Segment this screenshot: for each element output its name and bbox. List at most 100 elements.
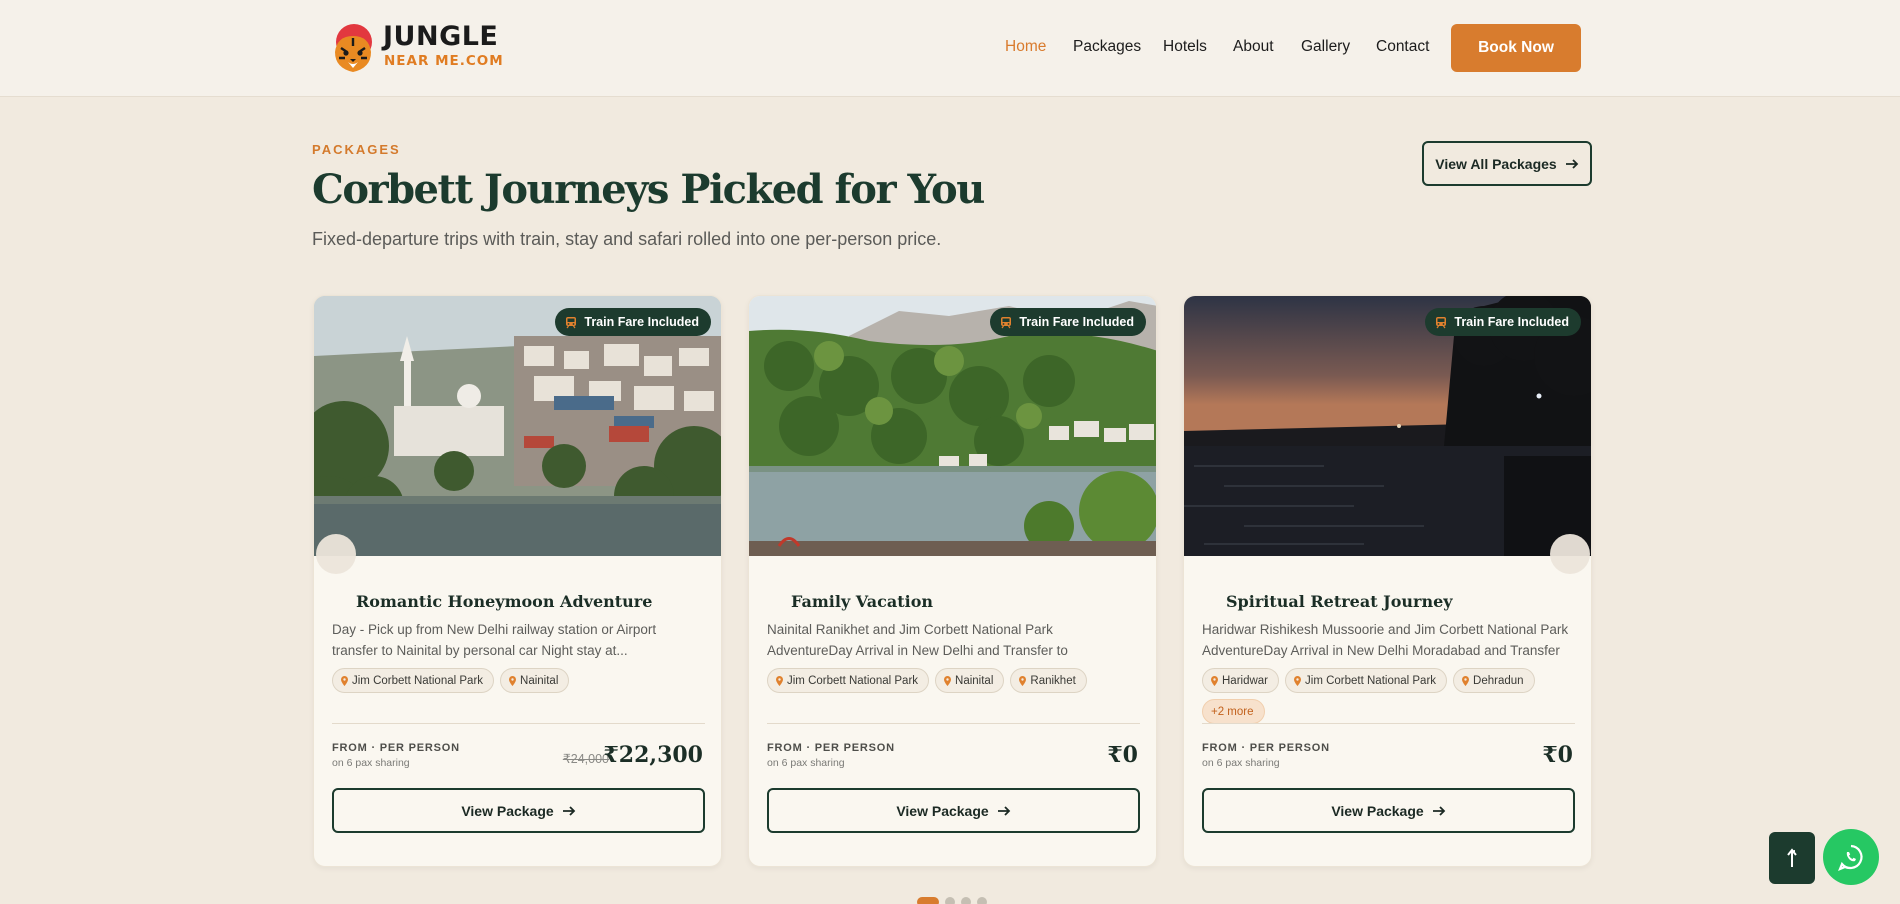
package-name[interactable]: Romantic Honeymoon Adventure bbox=[356, 592, 652, 611]
map-pin-icon bbox=[1294, 675, 1302, 686]
section-eyebrow: PACKAGES bbox=[312, 142, 401, 157]
badge-label: Train Fare Included bbox=[1454, 315, 1569, 329]
arrow-right-icon bbox=[1432, 805, 1445, 816]
location-tag-label: Nainital bbox=[955, 674, 994, 687]
book-now-button[interactable]: Book Now bbox=[1451, 24, 1581, 72]
whatsapp-button[interactable] bbox=[1823, 829, 1879, 885]
nav-packages[interactable]: Packages bbox=[1073, 38, 1141, 56]
location-tag-label: Jim Corbett National Park bbox=[787, 674, 919, 687]
view-package-button[interactable]: View Package bbox=[767, 788, 1140, 833]
map-pin-icon bbox=[509, 675, 517, 686]
card-divider bbox=[332, 723, 705, 724]
package-description: Day - Pick up from New Delhi railway sta… bbox=[332, 622, 657, 658]
nav-hotels[interactable]: Hotels bbox=[1163, 38, 1207, 56]
original-price: ₹24,000 bbox=[562, 752, 609, 766]
package-price: ₹0 bbox=[1107, 742, 1138, 768]
carousel-dot[interactable] bbox=[977, 897, 987, 904]
arrow-right-icon bbox=[562, 805, 575, 816]
package-name[interactable]: Family Vacation bbox=[791, 592, 933, 611]
carousel-pagination bbox=[917, 897, 987, 904]
location-tag: Ranikhet bbox=[1010, 668, 1087, 693]
location-tag: Dehradun bbox=[1453, 668, 1535, 693]
price-sharing-note: on 6 pax sharing bbox=[332, 757, 410, 769]
logo-text-primary: JUNGLE bbox=[383, 21, 499, 52]
map-pin-icon bbox=[776, 675, 783, 686]
carousel-dot[interactable] bbox=[945, 897, 955, 904]
train-fare-badge: Train Fare Included bbox=[990, 308, 1146, 336]
carousel-prev-button[interactable] bbox=[316, 534, 356, 574]
package-image: Train Fare Included bbox=[1184, 296, 1591, 556]
package-card[interactable]: Train Fare Included Spiritual Retreat Jo… bbox=[1183, 295, 1592, 867]
package-card[interactable]: Train Fare Included Romantic Honeymoon A… bbox=[313, 295, 722, 867]
logo-text-secondary: NEAR ME.COM bbox=[384, 53, 504, 69]
price-from-label: FROM · PER PERSON bbox=[1202, 742, 1330, 754]
view-package-button[interactable]: View Package bbox=[332, 788, 705, 833]
section-title: Corbett Journeys Picked for You bbox=[312, 166, 985, 213]
location-tag-label: Jim Corbett National Park bbox=[352, 674, 484, 687]
view-package-label: View Package bbox=[1331, 802, 1424, 819]
price-from-label: FROM · PER PERSON bbox=[767, 742, 895, 754]
location-tag: Haridwar bbox=[1202, 668, 1280, 693]
map-pin-icon bbox=[944, 675, 952, 686]
location-tags: Haridwar Jim Corbett National Park Dehra… bbox=[1202, 668, 1582, 724]
view-package-label: View Package bbox=[896, 802, 989, 819]
map-pin-icon bbox=[1462, 675, 1470, 686]
map-pin-icon bbox=[1019, 675, 1027, 686]
location-tag: Nainital bbox=[500, 668, 570, 693]
card-divider bbox=[767, 723, 1140, 724]
package-price: ₹0 bbox=[1542, 742, 1573, 768]
nav-gallery[interactable]: Gallery bbox=[1301, 38, 1350, 56]
package-description: Nainital Ranikhet and Jim Corbett Nation… bbox=[767, 622, 1068, 658]
location-tag: Jim Corbett National Park bbox=[1285, 668, 1448, 693]
location-tag-label: Nainital bbox=[520, 674, 559, 687]
arrow-right-icon bbox=[997, 805, 1010, 816]
site-logo[interactable]: JUNGLE NEAR ME.COM bbox=[327, 20, 512, 76]
scroll-to-top-button[interactable] bbox=[1769, 832, 1815, 884]
location-tag-label: Ranikhet bbox=[1030, 674, 1076, 687]
more-locations-tag[interactable]: +2 more bbox=[1202, 699, 1265, 724]
price-sharing-note: on 6 pax sharing bbox=[1202, 757, 1280, 769]
location-tag: Jim Corbett National Park bbox=[767, 668, 930, 693]
package-image: Train Fare Included bbox=[314, 296, 721, 556]
train-fare-badge: Train Fare Included bbox=[555, 308, 711, 336]
package-description: Haridwar Rishikesh Mussoorie and Jim Cor… bbox=[1202, 622, 1569, 658]
location-tags: Jim Corbett National Park Nainital bbox=[332, 668, 712, 693]
package-image: Train Fare Included bbox=[749, 296, 1156, 556]
location-tag-label: Haridwar bbox=[1222, 674, 1269, 687]
site-header: JUNGLE NEAR ME.COM Home Packages Hotels … bbox=[0, 0, 1900, 97]
package-price: ₹22,300 bbox=[603, 742, 703, 768]
view-package-label: View Package bbox=[461, 802, 554, 819]
train-fare-badge: Train Fare Included bbox=[1425, 308, 1581, 336]
location-tag: Nainital bbox=[935, 668, 1005, 693]
location-tag-label: Dehradun bbox=[1473, 674, 1524, 687]
section-subtitle: Fixed-departure trips with train, stay a… bbox=[312, 229, 942, 249]
train-icon bbox=[1436, 316, 1447, 328]
package-card[interactable]: Train Fare Included Family Vacation Nain… bbox=[748, 295, 1157, 867]
location-tag: Jim Corbett National Park bbox=[332, 668, 495, 693]
badge-label: Train Fare Included bbox=[584, 315, 699, 329]
map-pin-icon bbox=[1211, 675, 1218, 686]
carousel-next-button[interactable] bbox=[1550, 534, 1590, 574]
card-divider bbox=[1202, 723, 1575, 724]
arrow-right-icon bbox=[1565, 158, 1578, 169]
view-all-label: View All Packages bbox=[1435, 155, 1557, 172]
badge-label: Train Fare Included bbox=[1019, 315, 1134, 329]
price-sharing-note: on 6 pax sharing bbox=[767, 757, 845, 769]
train-icon bbox=[1001, 316, 1012, 328]
nav-home[interactable]: Home bbox=[1005, 38, 1046, 56]
carousel-dot[interactable] bbox=[917, 897, 939, 904]
view-all-packages-button[interactable]: View All Packages bbox=[1422, 141, 1592, 186]
train-icon bbox=[566, 316, 577, 328]
tiger-logo-icon bbox=[335, 24, 372, 72]
nav-contact[interactable]: Contact bbox=[1376, 38, 1429, 56]
arrow-up-icon bbox=[1787, 848, 1797, 867]
location-tags: Jim Corbett National Park Nainital Ranik… bbox=[767, 668, 1147, 693]
nav-about[interactable]: About bbox=[1233, 38, 1274, 56]
whatsapp-icon bbox=[1838, 844, 1863, 871]
view-package-button[interactable]: View Package bbox=[1202, 788, 1575, 833]
location-tag-label: Jim Corbett National Park bbox=[1305, 674, 1437, 687]
package-name[interactable]: Spiritual Retreat Journey bbox=[1226, 592, 1453, 611]
carousel-dot[interactable] bbox=[961, 897, 971, 904]
map-pin-icon bbox=[341, 675, 348, 686]
price-from-label: FROM · PER PERSON bbox=[332, 742, 460, 754]
